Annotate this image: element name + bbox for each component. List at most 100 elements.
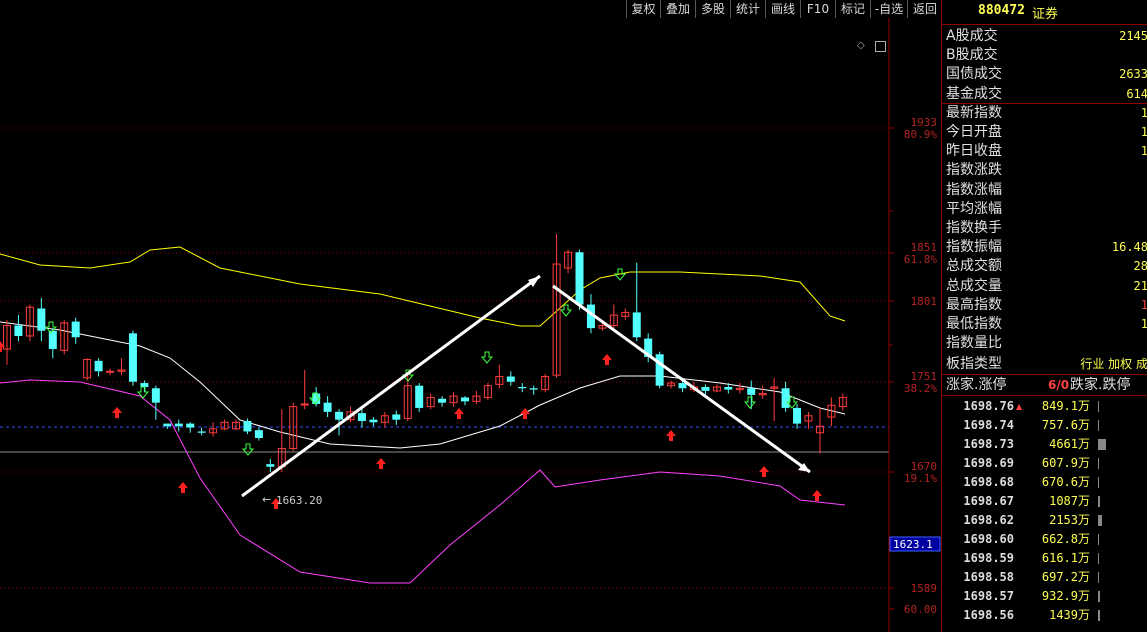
candle-body-up <box>300 403 309 406</box>
candle-body-down <box>163 423 172 427</box>
candle-body-down <box>266 464 275 467</box>
tick-volume: 616.1万 <box>1041 551 1090 565</box>
stat-row: 指数振幅 16.48 <box>942 238 1147 257</box>
toolbar-button-back[interactable]: 返回 <box>907 0 942 18</box>
tick-row: 1698.57 932.9万 <box>942 587 1147 606</box>
stat-value: 2145 <box>1119 29 1147 43</box>
down-count-label: 跌家.跌停 <box>1070 377 1131 393</box>
tick-volume: 697.2万 <box>1041 570 1090 584</box>
stat-label: 指数换手 <box>946 220 1002 236</box>
y-axis-pct-label: 61.8% <box>904 253 937 266</box>
buy-signal-arrow <box>520 408 530 419</box>
stat-row: B股成交 <box>942 46 1147 65</box>
tick-volume: 1087万 <box>1049 494 1090 508</box>
candle-body-down <box>357 413 366 421</box>
chart-toolbar: 复权 叠加 多股 统计 画线 F10 标记 -自选 返回 <box>0 0 941 18</box>
stat-label: B股成交 <box>946 47 998 64</box>
stat-row: 指数涨幅 <box>942 181 1147 200</box>
y-axis-tick-label: 1589 <box>911 582 938 595</box>
tick-volume: 607.9万 <box>1041 456 1090 470</box>
window-icon[interactable] <box>875 41 886 52</box>
candle-body-down <box>392 414 401 420</box>
stat-row: 昨日收盘 1 <box>942 142 1147 161</box>
stat-label: 指数涨跌 <box>946 162 1002 179</box>
buy-signal-arrow <box>0 341 5 352</box>
sell-signal-arrow <box>241 443 255 456</box>
stat-value: 1 <box>1140 144 1147 159</box>
stat-label: A股成交 <box>946 28 998 44</box>
tick-volume: 1439万 <box>1049 608 1090 622</box>
candle-body-down <box>335 411 344 420</box>
stat-label: 最新指数 <box>946 104 1002 121</box>
stat-row: 指数涨跌 <box>942 161 1147 180</box>
uptrend-line <box>241 274 541 498</box>
tick-row: 1698.58 697.2万 <box>942 568 1147 587</box>
toolbar-button-mark[interactable]: 标记 <box>835 0 870 18</box>
tick-volume-bar <box>1098 610 1100 621</box>
stat-row: 最新指数 1 <box>942 104 1147 123</box>
stat-value: 1 <box>1140 125 1147 139</box>
tick-volume: 4661万 <box>1049 437 1090 451</box>
stat-label: 总成交量 <box>946 277 1002 294</box>
tick-volume-bar <box>1098 477 1099 488</box>
tick-row: 1698.60 662.8万 <box>942 530 1147 549</box>
tick-price: 1698.62 <box>963 513 1014 527</box>
candle-body-down <box>323 402 332 412</box>
tick-row: 1698.76 ▲ 849.1万 <box>942 397 1147 416</box>
buy-signal-arrow <box>112 407 122 418</box>
tick-direction-marker: ▲ <box>1016 402 1023 411</box>
tick-price: 1698.68 <box>963 475 1014 489</box>
board-type-row: 板指类型 行业 加权 成 <box>942 355 1147 374</box>
y-axis-pct-label: 19.1% <box>904 472 937 485</box>
tick-row: 1698.68 670.6万 <box>942 473 1147 492</box>
stat-label: 今日开盘 <box>946 124 1002 140</box>
stat-row: 最高指数 1 <box>942 296 1147 315</box>
candle-body-down <box>14 325 23 336</box>
candle-body-down <box>529 388 538 390</box>
stat-row: 指数量比 <box>942 334 1147 353</box>
upper-band-line <box>0 246 846 327</box>
diamond-icon[interactable]: ◇ <box>857 40 865 51</box>
candle-body-down <box>506 376 515 382</box>
tick-volume: 849.1万 <box>1041 399 1090 413</box>
up-down-ratio: 6/0 <box>1048 378 1070 392</box>
sell-signal-arrow <box>743 396 757 409</box>
tick-price: 1698.58 <box>963 570 1014 584</box>
stat-label: 最高指数 <box>946 296 1002 313</box>
y-axis-pct-label: 38.2% <box>904 382 937 395</box>
sell-signal-arrow <box>559 304 573 317</box>
tick-volume-bar <box>1098 534 1099 545</box>
stat-row: A股成交 2145 <box>942 27 1147 46</box>
toolbar-button-f10[interactable]: F10 <box>800 0 835 18</box>
downtrend-line <box>552 284 811 474</box>
tick-volume-bar <box>1098 572 1099 583</box>
middle-band-line <box>0 321 846 449</box>
toolbar-button-watchlist[interactable]: -自选 <box>870 0 907 18</box>
toolbar-button-draw-line[interactable]: 画线 <box>765 0 800 18</box>
tick-row: 1698.67 1087万 <box>942 492 1147 511</box>
tick-price: 1698.59 <box>963 551 1014 565</box>
stat-value: 1 <box>1140 317 1147 331</box>
tick-price: 1698.67 <box>963 494 1014 508</box>
candle-body-down <box>151 388 160 403</box>
lower-band-line <box>0 379 846 584</box>
stat-value: 1 <box>1140 297 1147 312</box>
tick-volume-bar <box>1098 439 1106 450</box>
kline-chart[interactable]: 1933 80.9% 1851 61.8% 1801 1751 38.2% 1670 19.1%… <box>0 18 941 632</box>
candle-body-down <box>701 386 710 391</box>
stat-label: 平均涨幅 <box>946 200 1002 217</box>
toolbar-button-multi-stock[interactable]: 多股 <box>695 0 730 18</box>
bollinger-bands <box>0 246 846 584</box>
buy-signal-arrow <box>812 490 822 501</box>
board-type-value: 行业 加权 成 <box>1080 357 1147 371</box>
y-axis-pct-label: 80.9% <box>904 128 937 141</box>
stat-label: 总成交额 <box>946 258 1002 275</box>
toolbar-button-overlay[interactable]: 叠加 <box>660 0 695 18</box>
stat-value: 16.48 <box>1111 240 1147 255</box>
toolbar-button-restore-rights[interactable]: 复权 <box>626 0 660 18</box>
tick-volume-bar <box>1098 515 1102 526</box>
candle-body-down <box>243 420 252 432</box>
buy-signal-arrow <box>454 408 464 419</box>
stat-value: 2633 <box>1119 67 1147 82</box>
toolbar-button-statistics[interactable]: 统计 <box>730 0 765 18</box>
